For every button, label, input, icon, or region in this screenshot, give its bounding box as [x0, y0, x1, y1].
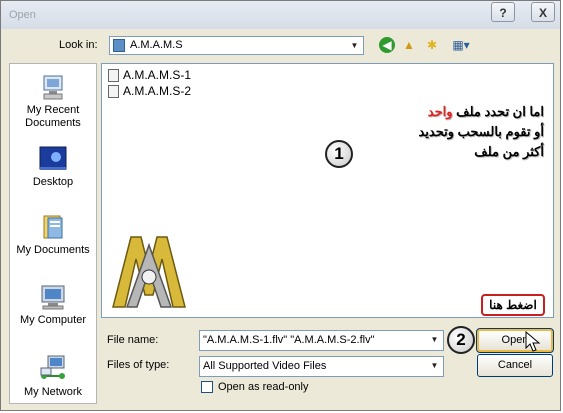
chevron-down-icon[interactable]: ▼: [427, 358, 442, 373]
file-type-value: All Supported Video Files: [203, 360, 327, 372]
read-only-label: Open as read-only: [218, 381, 309, 393]
file-type-label: Files of type:: [107, 359, 170, 371]
help-button[interactable]: ?: [491, 2, 515, 22]
file-item[interactable]: A.M.A.M.S-1: [108, 68, 191, 84]
annotation-text: اما ان تحدد ملف واحد أو تقوم بالسحب وتحد…: [369, 102, 544, 162]
video-file-icon: [108, 84, 119, 98]
cancel-button[interactable]: Cancel: [477, 354, 553, 377]
file-item[interactable]: A.M.A.M.S-2: [108, 84, 191, 100]
close-button[interactable]: X: [531, 2, 555, 22]
chevron-down-icon[interactable]: ▼: [427, 332, 442, 347]
step-badge-1: 1: [325, 140, 353, 168]
place-label: Desktop: [32, 176, 74, 188]
place-recent-documents[interactable]: My Recent Documents: [10, 72, 96, 130]
file-name: A.M.A.M.S-2: [123, 84, 192, 98]
open-button[interactable]: Open: [476, 328, 554, 353]
place-label: My Recent Documents: [25, 104, 81, 129]
read-only-checkbox[interactable]: [201, 381, 213, 393]
annotation-highlight: واحد: [427, 104, 453, 119]
look-in-dropdown[interactable]: A.M.A.M.S ▼: [109, 36, 364, 55]
my-network-icon: [38, 354, 68, 384]
look-in-label: Look in:: [59, 39, 98, 51]
views-menu-icon[interactable]: ▦▾: [448, 37, 474, 53]
places-bar: My Recent Documents Desktop My Documents…: [9, 63, 97, 404]
place-label: My Network: [23, 386, 83, 398]
place-my-documents[interactable]: My Documents: [10, 212, 96, 257]
file-name-label: File name:: [107, 334, 159, 346]
look-in-value: A.M.A.M.S: [130, 39, 183, 51]
open-dialog: Open ? X Look in: A.M.A.M.S ▼ ◀ ▲ ✱ ▦▾ M…: [0, 0, 561, 411]
watermark-logo: [107, 229, 191, 311]
annotation-line1: اما ان تحدد ملف: [452, 104, 544, 119]
folder-icon: [113, 39, 125, 52]
place-label: My Documents: [16, 244, 90, 256]
chevron-down-icon[interactable]: ▼: [347, 38, 362, 53]
desktop-icon: [38, 144, 68, 174]
place-desktop[interactable]: Desktop: [10, 144, 96, 189]
recent-documents-icon: [38, 72, 68, 102]
place-label: My Computer: [19, 314, 87, 326]
callout-press-here: اضغط هنا: [481, 294, 545, 316]
video-file-icon: [108, 68, 119, 82]
file-name-value: "A.M.A.M.S-1.flv" "A.M.A.M.S-2.flv": [203, 334, 375, 346]
window-title: Open: [9, 9, 36, 21]
file-name: A.M.A.M.S-1: [123, 68, 192, 82]
my-documents-icon: [38, 212, 68, 242]
annotation-line3: أكثر من ملف: [474, 144, 544, 159]
file-name-input[interactable]: "A.M.A.M.S-1.flv" "A.M.A.M.S-2.flv" ▼: [199, 330, 444, 351]
annotation-line2: أو تقوم بالسحب وتحديد: [418, 124, 544, 139]
up-folder-icon[interactable]: ▲: [401, 37, 417, 53]
place-my-computer[interactable]: My Computer: [10, 282, 96, 327]
new-folder-icon[interactable]: ✱: [424, 37, 440, 53]
place-my-network[interactable]: My Network: [10, 354, 96, 399]
file-type-dropdown[interactable]: All Supported Video Files ▼: [199, 356, 444, 377]
mouse-pointer-icon: [525, 330, 541, 356]
back-icon[interactable]: ◀: [379, 37, 395, 53]
my-computer-icon: [38, 282, 68, 312]
title-bar[interactable]: Open ? X: [1, 1, 560, 29]
step-badge-2: 2: [447, 326, 475, 354]
